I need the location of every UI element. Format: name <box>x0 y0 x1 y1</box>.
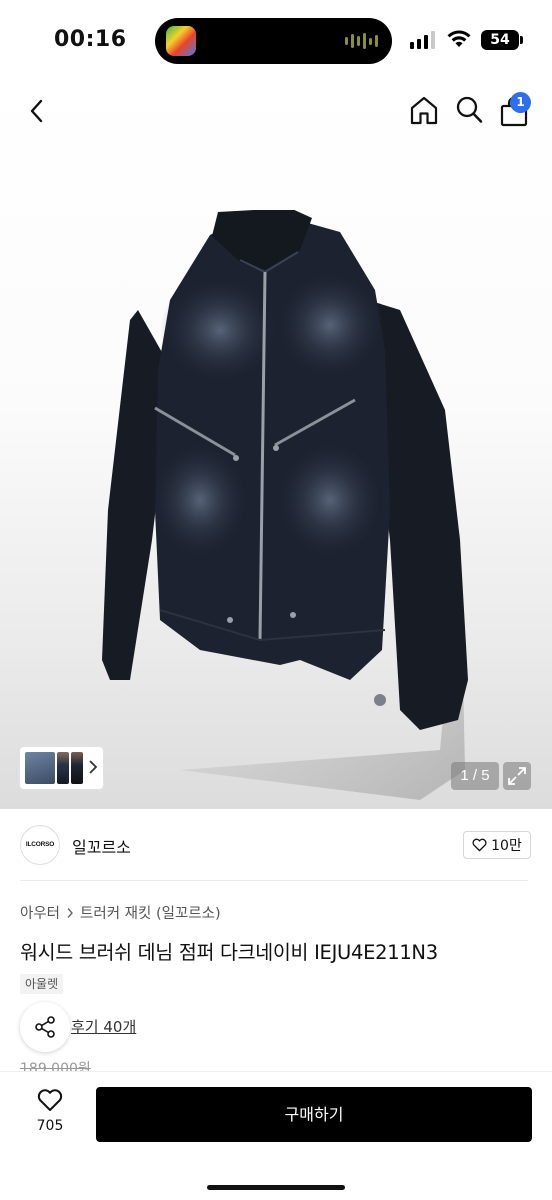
cart-count-badge: 1 <box>510 92 531 113</box>
home-indicator[interactable] <box>207 1185 345 1190</box>
thumbnail-2[interactable] <box>57 752 69 784</box>
search-icon[interactable] <box>454 94 484 126</box>
thumbnail-strip[interactable] <box>20 747 103 789</box>
wishlist-count: 705 <box>36 1118 64 1134</box>
product-title: 워시드 브러쉬 데님 점퍼 다크네이비 IEJU4E211N3 <box>20 941 438 964</box>
product-image-gallery[interactable]: 1 1 / 5 <box>0 82 552 809</box>
chevron-right-icon[interactable] <box>88 759 98 775</box>
breadcrumb-subcategory[interactable]: 트러커 재킷 (일꼬르소) <box>80 902 221 923</box>
battery-level: 54 <box>481 30 519 50</box>
heart-icon <box>472 838 487 852</box>
bottom-action-bar: 705 구매하기 <box>0 1072 552 1200</box>
brand-logo[interactable]: ILCORSO <box>20 825 60 865</box>
chevron-right-icon <box>67 907 73 918</box>
expand-button[interactable] <box>503 762 531 790</box>
heart-icon <box>37 1089 63 1111</box>
home-icon[interactable] <box>408 94 440 126</box>
now-playing-app-icon <box>166 26 196 56</box>
expand-icon <box>508 767 526 785</box>
image-page-indicator: 1 / 5 <box>451 762 499 790</box>
thumbnail-3[interactable] <box>71 752 83 784</box>
wifi-icon <box>447 30 471 47</box>
buy-button[interactable]: 구매하기 <box>96 1087 532 1142</box>
cellular-signal-icon <box>410 31 435 49</box>
review-link[interactable]: 후기 40개 <box>71 1016 136 1037</box>
thumbnail-1[interactable] <box>25 752 55 784</box>
share-button[interactable] <box>20 1002 70 1052</box>
breadcrumb: 아우터 트러커 재킷 (일꼬르소) <box>20 902 221 923</box>
brand-name[interactable]: 일꼬르소 <box>72 834 131 858</box>
back-icon[interactable] <box>24 96 52 126</box>
brand-like-button[interactable]: 10만 <box>463 831 531 859</box>
brand-like-count: 10만 <box>491 838 522 854</box>
dynamic-island <box>155 18 392 64</box>
battery-icon <box>520 36 523 44</box>
product-photo[interactable] <box>100 210 470 809</box>
breadcrumb-category[interactable]: 아우터 <box>20 902 60 923</box>
share-icon <box>35 1016 55 1038</box>
audio-wave-icon <box>345 33 378 49</box>
outlet-tag: 아울렛 <box>20 974 64 994</box>
status-time: 00:16 <box>54 27 127 52</box>
status-bar: 00:16 54 <box>0 0 552 82</box>
divider <box>20 880 528 881</box>
brand-row[interactable]: ILCORSO 일꼬르소 10만 <box>0 809 552 881</box>
wishlist-button[interactable]: 705 <box>26 1088 74 1134</box>
